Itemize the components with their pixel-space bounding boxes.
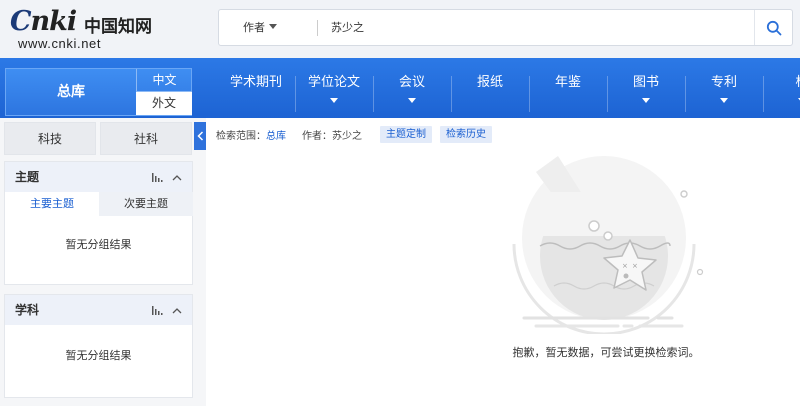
nav-item-3[interactable]: 报纸 xyxy=(451,68,529,118)
nav-item-label: 年鉴 xyxy=(554,75,581,90)
chevron-left-icon xyxy=(196,131,203,141)
discipline-tabs: 科技 社科 xyxy=(4,122,193,155)
nav-item-label: 图书 xyxy=(632,75,659,90)
nav-divider xyxy=(451,76,452,112)
topic-subtabs: 主要主题 次要主题 xyxy=(5,192,193,216)
svg-text:×: × xyxy=(622,262,628,270)
nav-item-label: 标 xyxy=(763,70,800,96)
nav-item-4[interactable]: 年鉴 xyxy=(529,68,607,118)
lang-chinese-button[interactable]: 中文 xyxy=(136,69,192,92)
topic-panel-title: 主题 xyxy=(15,170,40,184)
search-history-button[interactable]: 检索历史 xyxy=(440,125,492,143)
nav-item-label: 学位论文 xyxy=(307,75,360,90)
nav-item-1[interactable]: 学位论文 xyxy=(295,68,373,118)
nav-divider xyxy=(295,76,296,112)
nav-item-6[interactable]: 专利 xyxy=(685,68,763,118)
search-button[interactable] xyxy=(754,10,792,45)
nav-divider xyxy=(529,76,530,112)
logo-url: www.cnki.net xyxy=(18,36,102,51)
search-icon xyxy=(766,20,781,35)
search-input[interactable] xyxy=(331,10,741,45)
nav-item-label: 专利 xyxy=(710,75,737,90)
svg-text:×: × xyxy=(632,262,638,270)
nav-item-label: 学术期刊 xyxy=(229,75,282,90)
scope-label: 检索范围： xyxy=(216,130,266,142)
nav-item-label: 会议 xyxy=(398,75,425,90)
sidebar-collapse-button[interactable] xyxy=(194,122,206,150)
bar-chart-icon[interactable] xyxy=(152,172,164,182)
sidebar: 科技 社科 主题 主要主题 次要主题 暂无分组结果 学科 暂无分组结果 xyxy=(0,118,198,406)
empty-results-message: 抱歉，暂无数据，可尝试更换检索词。 xyxy=(512,346,700,359)
tab-science[interactable]: 科技 xyxy=(4,122,96,155)
topic-panel-header: 主题 xyxy=(5,162,192,192)
chevron-down-icon xyxy=(330,98,338,103)
search-scope-bar: 检索范围： 总库 作者： 苏少之 主题定制 检索历史 xyxy=(216,125,492,143)
header: Cnki 中国知网 www.cnki.net 作者 xyxy=(0,0,800,58)
subject-empty-text: 暂无分组结果 xyxy=(65,349,132,362)
subject-panel-header: 学科 xyxy=(5,295,192,325)
nav-item-0[interactable]: 学术期刊 xyxy=(217,68,295,118)
nav-divider xyxy=(373,76,374,112)
chevron-up-icon[interactable] xyxy=(172,174,182,181)
logo-name-cn: 中国知网 xyxy=(84,17,152,37)
results-area: 检索范围： 总库 作者： 苏少之 主题定制 检索历史 × × 抱歉，暂无数据，可… xyxy=(206,118,800,406)
chevron-up-icon[interactable] xyxy=(172,307,182,314)
chevron-down-icon xyxy=(269,24,277,29)
lang-foreign-button[interactable]: 外文 xyxy=(136,92,192,115)
topic-customize-button[interactable]: 主题定制 xyxy=(380,125,432,143)
search-divider xyxy=(317,20,318,36)
search-field-select[interactable]: 作者 xyxy=(243,10,323,45)
search-bar: 作者 xyxy=(218,9,793,46)
chevron-down-icon xyxy=(408,98,416,103)
bar-chart-icon[interactable] xyxy=(152,305,164,315)
topic-panel: 主题 主要主题 次要主题 暂无分组结果 xyxy=(4,161,193,285)
nav-divider xyxy=(685,76,686,112)
tab-secondary-topic[interactable]: 次要主题 xyxy=(99,192,193,216)
no-data-illustration: × × xyxy=(512,156,704,334)
author-label: 作者： xyxy=(302,130,332,142)
nav-item-label: 报纸 xyxy=(476,75,503,90)
chevron-down-icon xyxy=(720,98,728,103)
nav-item-5[interactable]: 图书 xyxy=(607,68,685,118)
tab-main-topic[interactable]: 主要主题 xyxy=(5,192,99,216)
tab-social-science[interactable]: 社科 xyxy=(100,122,192,155)
cnki-logo[interactable]: Cnki 中国知网 www.cnki.net xyxy=(8,6,158,51)
chevron-down-icon xyxy=(642,98,650,103)
nav-divider xyxy=(763,76,764,112)
nav-divider xyxy=(607,76,608,112)
nav-item-7[interactable]: 标 xyxy=(763,68,800,118)
subject-panel-title: 学科 xyxy=(15,303,40,317)
db-selector: 总库 中文 外文 xyxy=(5,68,192,116)
subject-panel: 学科 暂无分组结果 xyxy=(4,294,193,398)
author-value: 苏少之 xyxy=(332,130,362,142)
scope-value: 总库 xyxy=(266,130,286,142)
database-nav: 总库 中文 外文 学术期刊 学位论文 会议 报纸 年鉴 图书 专利 标 xyxy=(0,58,800,118)
logo-brand: Cnki xyxy=(10,6,77,37)
db-total-button[interactable]: 总库 xyxy=(6,69,136,115)
topic-empty-text: 暂无分组结果 xyxy=(65,238,132,251)
nav-item-2[interactable]: 会议 xyxy=(373,68,451,118)
search-field-label: 作者 xyxy=(243,21,265,34)
